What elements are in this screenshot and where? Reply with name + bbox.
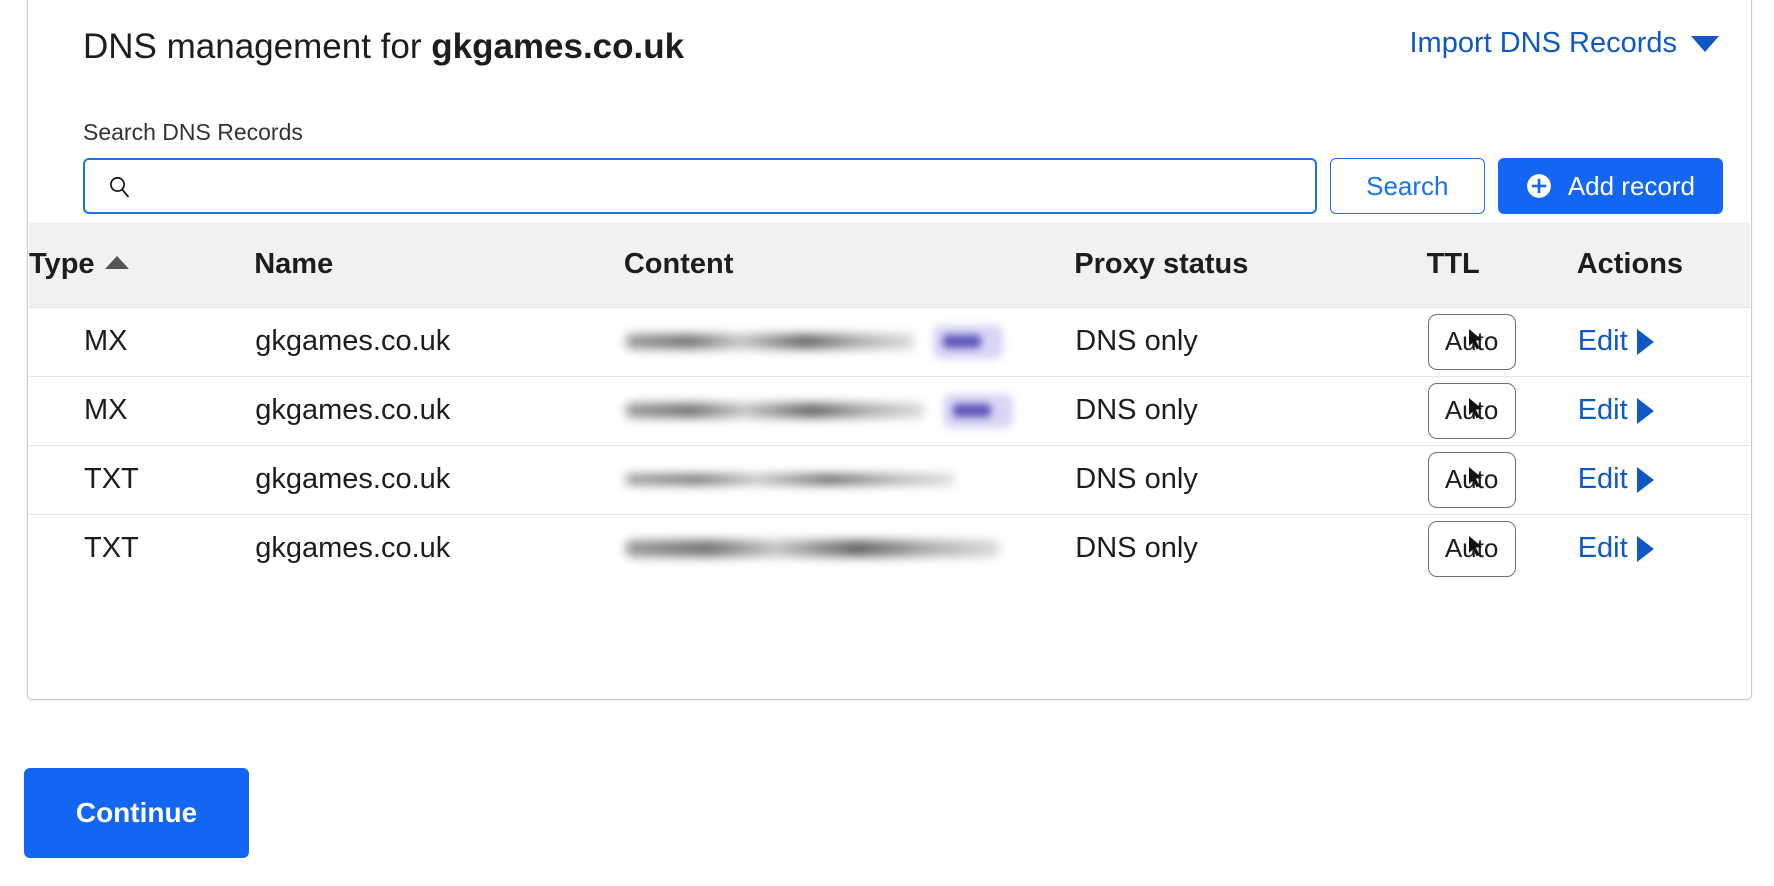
redacted-bar (624, 334, 915, 349)
ttl-value-box[interactable]: Auto (1427, 520, 1516, 577)
search-box[interactable] (83, 158, 1317, 214)
chevron-down-icon (1691, 35, 1719, 52)
chevron-right-icon (1636, 535, 1654, 562)
cell-proxy-status: DNS only (1075, 532, 1198, 564)
cell-type: MX (29, 307, 255, 377)
cell-type: TXT (29, 445, 255, 515)
chevron-right-icon (1636, 397, 1654, 424)
search-icon (110, 177, 129, 198)
cell-actions: Edit (1576, 376, 1750, 446)
cell-proxy-status: DNS only (1074, 376, 1427, 446)
chevron-right-icon (1636, 466, 1654, 493)
cell-proxy-status: DNS only (1074, 445, 1427, 515)
column-header-ttl[interactable]: TTL (1426, 222, 1577, 308)
import-dns-records-link[interactable]: Import DNS Records (1409, 27, 1719, 60)
add-record-button[interactable]: Add record (1497, 158, 1723, 214)
mouse-cursor-icon (1468, 397, 1482, 418)
search-area: Search DNS Records Search Add record (83, 119, 1723, 214)
table-row: MX gkgames.co.uk DNS only Auto (29, 376, 1750, 446)
mouse-cursor-icon (1468, 328, 1482, 349)
cell-content (623, 307, 1075, 377)
table-body: MX gkgames.co.uk DNS only Auto (29, 307, 1750, 583)
cell-ttl: Auto (1426, 445, 1577, 515)
table-row: TXT gkgames.co.uk DNS only Auto (29, 445, 1750, 515)
mouse-cursor-icon (1468, 466, 1482, 487)
column-header-type-label: Type (29, 247, 95, 280)
redacted-content (624, 540, 1073, 557)
page-title: DNS management for gkgames.co.uk (83, 27, 684, 67)
ttl-value-box[interactable]: Auto (1427, 382, 1516, 439)
cell-ttl: Auto (1426, 307, 1577, 377)
edit-record-label: Edit (1577, 325, 1628, 357)
table-header: Type Name Content Proxy status TTL Actio… (29, 222, 1750, 308)
redacted-content (624, 393, 1073, 428)
page-title-prefix: DNS management for (83, 27, 432, 66)
dns-management-card: DNS management for gkgames.co.uk Import … (27, 0, 1752, 700)
edit-record-label: Edit (1577, 532, 1628, 564)
redacted-bar (624, 474, 955, 485)
card-header: DNS management for gkgames.co.uk Import … (28, 0, 1751, 106)
edit-record-link[interactable]: Edit (1578, 394, 1654, 427)
redacted-content (624, 324, 1073, 359)
cell-type: TXT (84, 532, 139, 564)
column-header-proxy-status[interactable]: Proxy status (1074, 222, 1427, 308)
cell-name: gkgames.co.uk (254, 376, 624, 446)
ttl-value-box[interactable]: Auto (1427, 313, 1516, 370)
priority-badge (942, 393, 1013, 428)
ttl-value-box[interactable]: Auto (1427, 451, 1516, 508)
dns-records-table: Type Name Content Proxy status TTL Actio… (29, 222, 1750, 583)
cell-name: gkgames.co.uk (254, 445, 624, 515)
edit-record-link[interactable]: Edit (1578, 325, 1654, 358)
column-header-content[interactable]: Content (623, 222, 1075, 308)
import-dns-records-label: Import DNS Records (1409, 27, 1677, 59)
cell-name: gkgames.co.uk (254, 307, 624, 377)
cell-type: MX (29, 376, 255, 446)
search-row: Search Add record (83, 158, 1723, 214)
table-header-row: Type Name Content Proxy status TTL Actio… (29, 222, 1750, 308)
redacted-bar (624, 540, 1000, 557)
column-header-actions: Actions (1576, 222, 1750, 308)
column-header-name[interactable]: Name (254, 222, 624, 308)
chevron-right-icon (1636, 328, 1654, 355)
cell-actions: Edit (1577, 514, 1750, 583)
cell-content (624, 514, 1074, 583)
edit-record-label: Edit (1577, 394, 1628, 426)
cell-name: gkgames.co.uk (255, 532, 451, 564)
cell-actions: Edit (1576, 445, 1750, 515)
continue-button[interactable]: Continue (24, 768, 249, 858)
cell-ttl: Auto (1427, 514, 1577, 583)
redacted-bar (624, 403, 925, 418)
edit-record-link[interactable]: Edit (1578, 463, 1654, 496)
edit-record-link[interactable]: Edit (1578, 532, 1654, 565)
add-record-label: Add record (1567, 170, 1695, 201)
search-input[interactable] (131, 160, 1315, 212)
cell-content (623, 445, 1075, 515)
edit-record-label: Edit (1577, 463, 1628, 495)
search-button[interactable]: Search (1329, 158, 1485, 214)
mouse-cursor-icon (1468, 535, 1482, 556)
plus-circle-icon (1526, 174, 1551, 198)
cell-content (623, 376, 1075, 446)
table-row: TXT gkgames.co.uk DNS only Auto (29, 514, 1750, 583)
redacted-content (624, 474, 1073, 485)
column-header-type[interactable]: Type (29, 222, 255, 308)
priority-badge (932, 324, 1003, 359)
cell-ttl: Auto (1426, 376, 1577, 446)
cell-actions: Edit (1576, 307, 1750, 377)
cell-proxy-status: DNS only (1074, 307, 1427, 377)
page-title-domain: gkgames.co.uk (431, 27, 685, 66)
table-row: MX gkgames.co.uk DNS only Auto (29, 307, 1750, 377)
sort-ascending-icon (104, 255, 129, 269)
search-label: Search DNS Records (83, 119, 303, 145)
